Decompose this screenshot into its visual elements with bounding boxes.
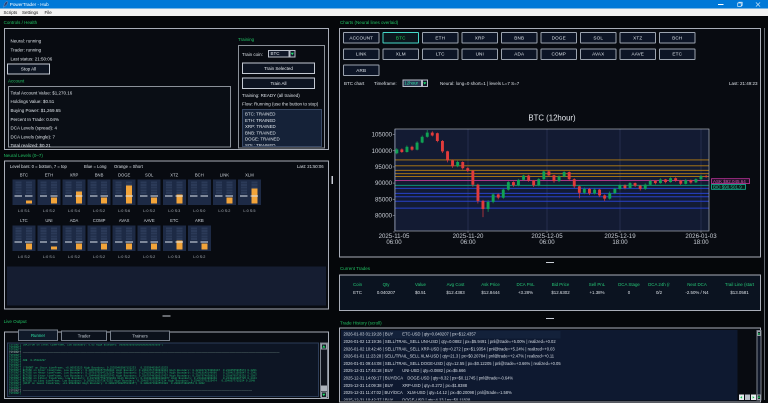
svg-text:100000: 100000 (372, 148, 393, 155)
svg-text:06:00: 06:00 (460, 239, 476, 246)
svg-text:85000: 85000 (375, 196, 393, 203)
svg-text:06:00: 06:00 (386, 239, 402, 246)
svg-text:80000: 80000 (375, 213, 393, 220)
svg-text:BID $90,501.9: BID $90,501.9 (713, 185, 742, 190)
svg-text:105000: 105000 (372, 132, 393, 139)
svg-text:95000: 95000 (375, 164, 393, 171)
svg-text:18:00: 18:00 (693, 239, 709, 246)
svg-text:BTC (12hour): BTC (12hour) (528, 114, 576, 123)
svg-text:ASK $92,045.64: ASK $92,045.64 (713, 179, 746, 184)
svg-text:18:00: 18:00 (612, 239, 628, 246)
svg-text:90000: 90000 (375, 180, 393, 187)
svg-text:06:00: 06:00 (539, 239, 555, 246)
